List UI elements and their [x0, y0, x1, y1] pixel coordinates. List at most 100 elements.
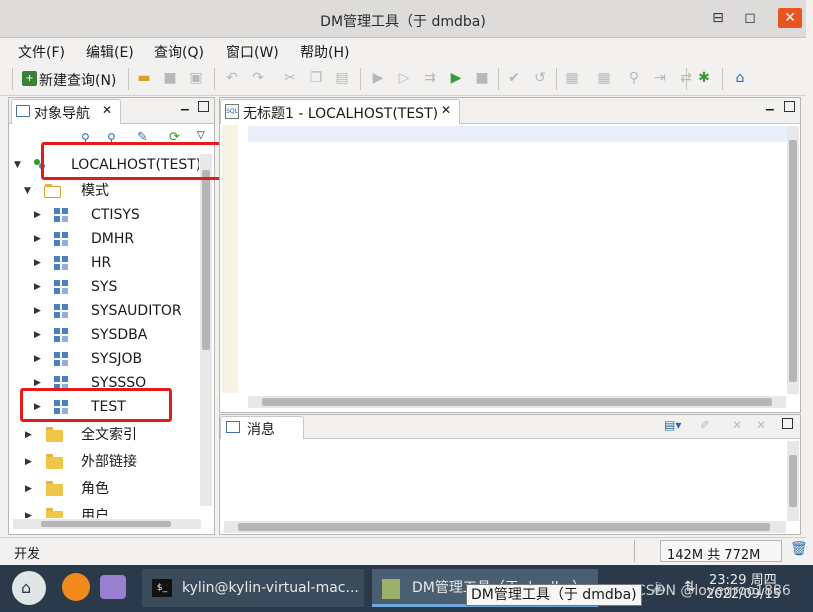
status-separator [634, 540, 635, 562]
schema-name: DMHR [91, 231, 135, 247]
window-title: DM管理工具（于 dmdba) [320, 14, 486, 30]
collapse-arrow-icon[interactable]: ▶ [34, 324, 41, 346]
minimize-panel-icon[interactable]: ▁ [181, 100, 189, 111]
memory-usage: 142M 共 772M [667, 548, 761, 563]
window-title-bar: DM管理工具（于 dmdba) ⊟ ◻ ✕ [0, 0, 806, 38]
message-tab-bar: 消息 ▤▾ ✐ ✕ ✕ [220, 415, 800, 439]
calendar-icon[interactable]: ▦ [564, 70, 580, 86]
collapse-arrow-icon[interactable]: ▶ [34, 204, 41, 226]
scrollbar-thumb[interactable] [789, 455, 797, 507]
scrollbar-thumb[interactable] [41, 521, 171, 527]
tree-node-user-clip: ▶ 用户 [9, 505, 199, 518]
memory-indicator[interactable]: 142M 共 772M [660, 540, 782, 563]
schedule-icon[interactable]: ▦ [596, 70, 612, 86]
taskbar-terminal[interactable]: $_ kylin@kylin-virtual-mac... [142, 569, 364, 607]
view-menu-icon[interactable]: ▽ [197, 130, 205, 141]
remove-all-icon[interactable]: ✕ [756, 418, 766, 432]
commit-icon[interactable]: ✔ [506, 70, 522, 86]
menu-query[interactable]: 查询(Q) [154, 42, 204, 62]
maximize-panel-icon[interactable] [784, 101, 795, 112]
folder-icon [46, 481, 63, 496]
collapse-arrow-icon[interactable]: ▶ [34, 228, 41, 250]
message-horizontal-scrollbar[interactable] [224, 521, 786, 533]
file-manager-icon[interactable] [100, 575, 126, 599]
garbage-collect-icon[interactable]: 🗑 [790, 541, 808, 557]
menu-edit[interactable]: 编辑(E) [86, 42, 134, 62]
open-folder-icon [44, 184, 61, 198]
collapse-arrow-icon[interactable]: ▶ [34, 300, 41, 322]
undo-icon[interactable]: ↶ [224, 70, 240, 86]
expand-arrow-icon[interactable]: ▼ [14, 154, 21, 176]
run-icon[interactable]: ▶ [370, 70, 386, 86]
stop-icon[interactable]: ■ [474, 70, 490, 86]
message-view-icon[interactable]: ▤▾ [664, 418, 681, 432]
schema-name: SYSJOB [91, 351, 143, 367]
folder-icon [46, 454, 63, 469]
minimize-button[interactable]: ⊟ [706, 8, 730, 28]
message-tab-label: 消息 [247, 422, 275, 438]
comment-icon[interactable]: ⇥ [652, 70, 668, 86]
collapse-arrow-icon[interactable]: ▶ [34, 252, 41, 274]
maximize-button[interactable]: ◻ [738, 8, 762, 28]
schema-icon [54, 304, 68, 318]
rollback-icon[interactable]: ↺ [532, 70, 548, 86]
toolbar: + 新建查询(N) ▬ ■ ▣ ↶ ↷ ✂ ❐ ▤ ▶ ▷ ⇉ ▶ ■ ✔ ↺ … [0, 62, 806, 96]
close-tab-icon[interactable]: ✕ [102, 103, 112, 117]
maximize-panel-icon[interactable] [782, 418, 793, 429]
collapse-arrow-icon[interactable]: ▶ [34, 276, 41, 298]
save-icon[interactable]: ■ [162, 70, 178, 86]
collapse-arrow-icon[interactable]: ▶ [34, 348, 41, 370]
remove-icon[interactable]: ✕ [732, 418, 742, 432]
message-vertical-scrollbar[interactable] [787, 441, 799, 521]
current-line-highlight[interactable] [248, 126, 788, 142]
collapse-arrow-icon[interactable]: ▶ [25, 451, 32, 473]
dm-tool-icon [382, 579, 400, 599]
maximize-panel-icon[interactable] [198, 101, 209, 112]
redo-icon[interactable]: ↷ [250, 70, 266, 86]
minimize-panel-icon[interactable]: ▁ [766, 100, 774, 111]
paste-icon[interactable]: ▤ [334, 70, 350, 86]
open-folder-icon[interactable]: ▬ [136, 70, 152, 86]
toolbar-separator [498, 68, 499, 90]
tab-object-navigator[interactable]: 对象导航 ✕ [11, 99, 121, 124]
scrollbar-thumb[interactable] [789, 140, 797, 382]
editor-vertical-scrollbar[interactable] [787, 126, 799, 394]
tree-node-label: 模式 [81, 183, 109, 199]
scrollbar-thumb[interactable] [262, 398, 772, 406]
collapse-arrow-icon[interactable]: ▶ [25, 505, 32, 518]
explain-icon[interactable]: ⇉ [422, 70, 438, 86]
menu-file[interactable]: 文件(F) [18, 42, 65, 62]
clear-messages-icon[interactable]: ✐ [700, 418, 710, 432]
firefox-icon[interactable] [62, 573, 90, 601]
collapse-arrow-icon[interactable]: ▶ [25, 424, 32, 446]
tab-untitled-query[interactable]: SQL 无标题1 - LOCALHOST(TEST) ✕ [220, 99, 460, 124]
run-script-icon[interactable]: ▶ [448, 70, 464, 86]
copy-icon[interactable]: ❐ [308, 70, 324, 86]
toolbar-separator [360, 68, 361, 90]
close-button[interactable]: ✕ [778, 8, 802, 28]
cut-icon[interactable]: ✂ [282, 70, 298, 86]
navigator-horizontal-scrollbar[interactable] [13, 519, 201, 529]
expand-arrow-icon[interactable]: ▼ [24, 180, 31, 202]
collapse-arrow-icon[interactable]: ▶ [25, 478, 32, 500]
message-area [222, 441, 786, 519]
debug-step-icon[interactable]: ⚲ [626, 70, 642, 86]
menu-window[interactable]: 窗口(W) [226, 42, 279, 62]
editor-horizontal-scrollbar[interactable] [248, 396, 786, 408]
home-icon[interactable]: ⌂ [732, 70, 748, 86]
sql-editor-area[interactable] [248, 142, 788, 392]
navigator-vertical-scrollbar[interactable] [200, 154, 212, 506]
tree-node-label: 用户 [81, 508, 109, 518]
close-tab-icon[interactable]: ✕ [441, 103, 451, 117]
schema-name: SYS [91, 279, 118, 295]
debug-bug-icon[interactable]: ✱ [696, 70, 712, 86]
scrollbar-thumb[interactable] [238, 523, 770, 531]
folder-icon [46, 508, 63, 518]
start-menu-button[interactable]: ⌂ [12, 571, 46, 605]
scrollbar-thumb[interactable] [202, 170, 210, 350]
status-bar: 开发 142M 共 772M 🗑 [0, 537, 808, 565]
tab-messages[interactable]: 消息 [220, 416, 304, 439]
menu-help[interactable]: 帮助(H) [300, 42, 349, 62]
save-all-icon[interactable]: ▣ [188, 70, 204, 86]
run-selected-icon[interactable]: ▷ [396, 70, 412, 86]
